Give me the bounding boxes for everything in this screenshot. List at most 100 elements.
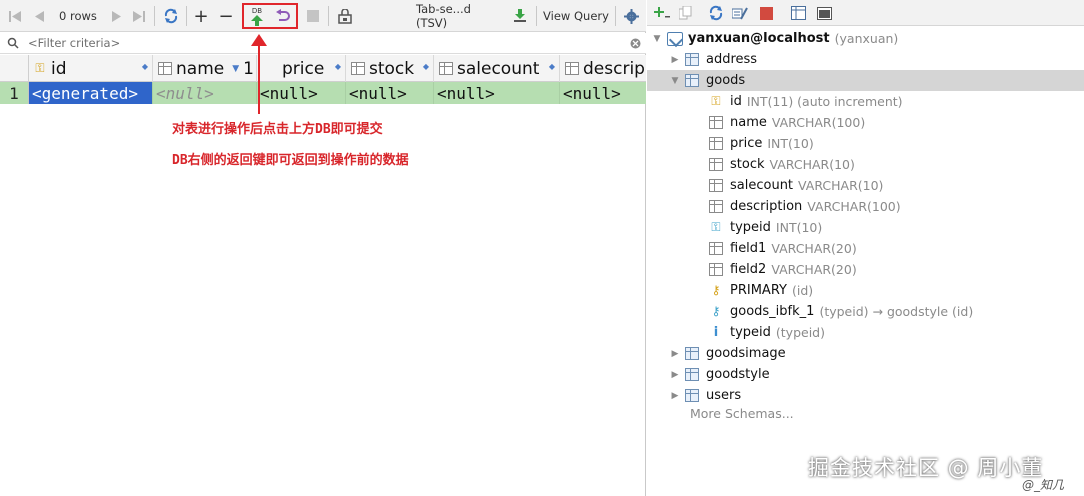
tree-column-id[interactable]: ⚿ id INT(11) (auto increment) bbox=[709, 91, 903, 112]
column-icon bbox=[709, 200, 723, 213]
add-row-icon[interactable]: + bbox=[191, 0, 211, 32]
column-header-price[interactable]: price ◆ bbox=[257, 55, 346, 82]
tree-column-description[interactable]: description VARCHAR(100) bbox=[709, 196, 901, 217]
index-icon: i bbox=[713, 325, 719, 340]
tree-connection[interactable]: ▼ yanxuan@localhost (yanxuan) bbox=[651, 28, 899, 49]
add-icon[interactable] bbox=[651, 0, 673, 26]
column-type: INT(10) bbox=[775, 220, 823, 235]
tree-key-primary[interactable]: ⚷ PRIMARY (id) bbox=[709, 280, 814, 301]
collapse-icon[interactable]: ▶ bbox=[669, 391, 681, 401]
foreign-key-reference: (typeid) → goodstyle (id) bbox=[819, 304, 974, 319]
tree-column-typeid[interactable]: ⚿ typeid INT(10) bbox=[709, 217, 822, 238]
collapse-icon[interactable]: ▶ bbox=[669, 55, 681, 65]
column-type: VARCHAR(20) bbox=[771, 241, 857, 256]
column-icon bbox=[709, 158, 723, 171]
column-icon bbox=[709, 116, 723, 129]
tree-column-stock[interactable]: stock VARCHAR(10) bbox=[709, 154, 855, 175]
delete-row-icon[interactable]: − bbox=[216, 0, 236, 32]
tree-column-price[interactable]: price INT(10) bbox=[709, 133, 814, 154]
cell-salecount[interactable]: <null> bbox=[434, 82, 560, 104]
watermark: 掘金技术社区 @ 周小董 bbox=[808, 456, 1044, 480]
column-name: stock bbox=[730, 157, 765, 172]
export-format-select[interactable]: Tab-se...d (TSV) bbox=[416, 0, 504, 32]
table-icon bbox=[685, 347, 699, 360]
grid-header: ⚿ id ◆ name ▼ 1 price ◆ stock ◆ salecoun… bbox=[0, 55, 646, 82]
index-columns: (typeid) bbox=[775, 325, 825, 340]
tree-table-goodstyle[interactable]: ▶ goodstyle bbox=[669, 364, 770, 385]
column-type: VARCHAR(100) bbox=[771, 115, 866, 130]
console-icon[interactable] bbox=[813, 0, 835, 26]
tree-column-name[interactable]: name VARCHAR(100) bbox=[709, 112, 865, 133]
column-icon bbox=[709, 263, 723, 276]
column-label: id bbox=[51, 58, 67, 79]
cell-name[interactable]: <null> bbox=[153, 82, 257, 104]
copy-icon[interactable] bbox=[675, 0, 695, 26]
expand-icon[interactable]: ▼ bbox=[669, 76, 681, 86]
cell-description[interactable]: <null> bbox=[560, 82, 646, 104]
column-header-salecount[interactable]: salecount ◆ bbox=[434, 55, 560, 82]
table-icon[interactable] bbox=[787, 0, 809, 26]
column-icon bbox=[709, 137, 723, 150]
table-name: goodsimage bbox=[706, 346, 786, 361]
table-name: goods bbox=[706, 73, 746, 88]
table-icon bbox=[685, 53, 699, 66]
column-label: salecount bbox=[457, 58, 540, 79]
tree-table-address[interactable]: ▶ address bbox=[669, 49, 758, 70]
next-page-icon[interactable] bbox=[107, 0, 125, 32]
tree-foreign-key[interactable]: ⚷ goods_ibfk_1 (typeid) → goodstyle (id) bbox=[709, 301, 974, 322]
column-icon bbox=[709, 242, 723, 255]
sort-desc-icon: ▼ bbox=[232, 63, 240, 74]
export-icon[interactable] bbox=[510, 0, 530, 32]
cell-id[interactable]: <generated> bbox=[29, 82, 153, 104]
rows-count: 0 rows bbox=[59, 9, 97, 23]
column-name: field2 bbox=[730, 262, 767, 277]
column-icon bbox=[351, 62, 365, 75]
database-icon bbox=[667, 31, 683, 46]
tree-table-users[interactable]: ▶ users bbox=[669, 385, 742, 406]
collapse-icon[interactable]: ▶ bbox=[669, 370, 681, 380]
prev-page-icon[interactable] bbox=[30, 0, 48, 32]
tree-table-goods[interactable]: ▼ goods bbox=[647, 70, 1084, 91]
last-page-icon[interactable] bbox=[130, 0, 148, 32]
collapse-icon[interactable]: ▶ bbox=[669, 349, 681, 359]
row-number: 1 bbox=[0, 82, 29, 104]
filter-input[interactable]: <Filter criteria> bbox=[28, 36, 120, 50]
tree-index-typeid[interactable]: i typeid (typeid) bbox=[709, 322, 825, 343]
column-header-description[interactable]: descrip bbox=[560, 55, 646, 82]
annotation-line-2: DB右侧的返回键即可返回到操作前的数据 bbox=[172, 153, 409, 168]
column-label: stock bbox=[369, 58, 415, 79]
column-header-stock[interactable]: stock ◆ bbox=[346, 55, 434, 82]
tree-table-goodsimage[interactable]: ▶ goodsimage bbox=[669, 343, 786, 364]
stop-icon[interactable] bbox=[304, 0, 322, 32]
lock-icon[interactable] bbox=[334, 0, 356, 32]
refresh-icon[interactable] bbox=[160, 0, 182, 32]
stop-icon[interactable] bbox=[755, 0, 777, 26]
refresh-icon[interactable] bbox=[705, 0, 727, 26]
column-name: id bbox=[730, 94, 742, 109]
schema-settings-icon[interactable] bbox=[729, 0, 751, 26]
table-icon bbox=[685, 368, 699, 381]
column-type: INT(11) (auto increment) bbox=[746, 94, 903, 109]
tree-column-salecount[interactable]: salecount VARCHAR(10) bbox=[709, 175, 883, 196]
column-header-id[interactable]: ⚿ id ◆ bbox=[29, 55, 153, 82]
column-header-name[interactable]: name ▼ 1 bbox=[153, 55, 257, 82]
key-columns: (id) bbox=[791, 283, 814, 298]
more-schemas-link[interactable]: More Schemas... bbox=[690, 406, 794, 421]
column-name: description bbox=[730, 199, 803, 214]
column-name: name bbox=[730, 115, 767, 130]
cell-stock[interactable]: <null> bbox=[346, 82, 434, 104]
filter-bar[interactable]: <Filter criteria> bbox=[0, 33, 646, 54]
tree-column-field1[interactable]: field1 VARCHAR(20) bbox=[709, 238, 857, 259]
tree-column-field2[interactable]: field2 VARCHAR(20) bbox=[709, 259, 857, 280]
table-row[interactable]: 1 <generated> <null> <null> <null> <null… bbox=[0, 82, 646, 104]
cell-price[interactable]: <null> bbox=[257, 82, 346, 104]
expand-icon[interactable]: ▼ bbox=[651, 34, 663, 44]
row-number-header bbox=[0, 55, 29, 82]
column-name: salecount bbox=[730, 178, 794, 193]
annotation-arrow-line bbox=[258, 44, 260, 114]
column-type: INT(10) bbox=[767, 136, 814, 151]
app-window: 0 rows + − DB Tab-se...d (TSV) View Quer… bbox=[0, 0, 1084, 496]
editor-toolbar: 0 rows + − DB Tab-se...d (TSV) View Quer… bbox=[0, 0, 646, 32]
view-query-button[interactable]: View Query bbox=[541, 0, 611, 32]
column-icon bbox=[709, 179, 723, 192]
